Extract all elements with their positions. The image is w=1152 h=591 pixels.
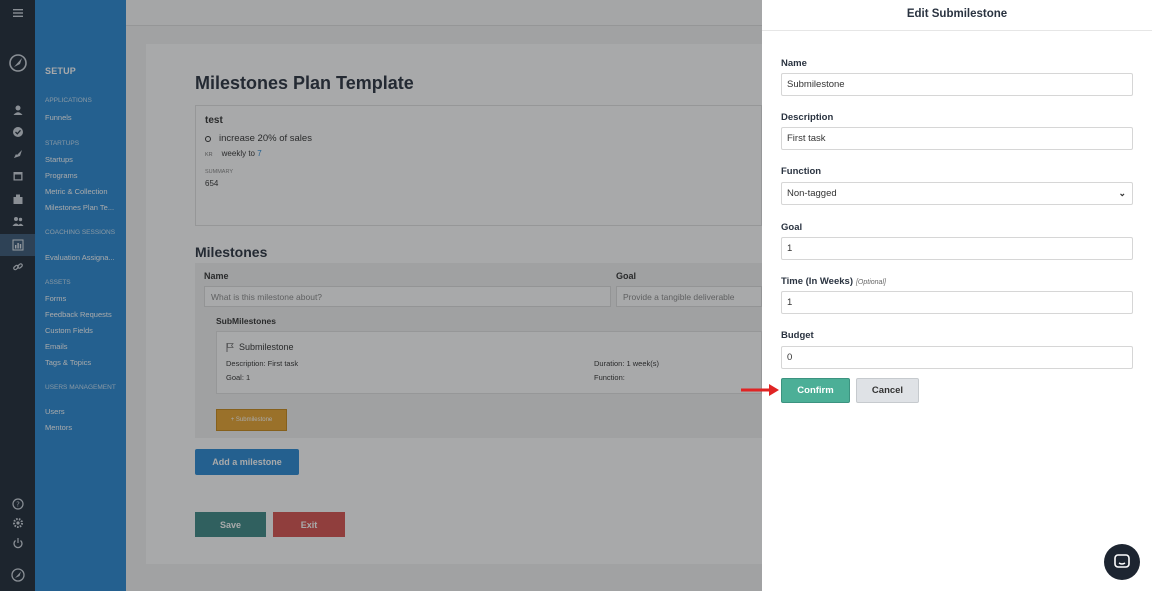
time-label: Time (In Weeks) [Optional] <box>781 276 886 287</box>
time-label-text: Time (In Weeks) <box>781 276 853 287</box>
function-select[interactable]: Non-tagged ⌄ <box>781 182 1133 205</box>
cancel-button[interactable]: Cancel <box>856 378 919 403</box>
description-input[interactable]: First task <box>781 127 1133 150</box>
function-label: Function <box>781 166 822 177</box>
red-arrow-icon <box>741 384 779 396</box>
function-selected-value: Non-tagged <box>787 188 837 199</box>
budget-label: Budget <box>781 330 814 341</box>
edit-submilestone-drawer: Edit Submilestone Name Submilestone Desc… <box>762 0 1152 591</box>
confirm-button[interactable]: Confirm <box>781 378 850 403</box>
name-input[interactable]: Submilestone <box>781 73 1133 96</box>
time-input[interactable]: 1 <box>781 291 1133 314</box>
description-label: Description <box>781 112 834 123</box>
budget-input[interactable]: 0 <box>781 346 1133 369</box>
drawer-title: Edit Submilestone <box>906 8 1008 20</box>
modal-backdrop[interactable] <box>0 0 762 591</box>
drawer-divider <box>762 30 1152 31</box>
chat-launcher[interactable] <box>1104 544 1140 580</box>
name-label: Name <box>781 58 807 69</box>
chat-icon <box>1114 554 1130 568</box>
goal-label: Goal <box>781 222 803 233</box>
time-optional-hint: [Optional] <box>855 279 886 286</box>
goal-input[interactable]: 1 <box>781 237 1133 260</box>
chevron-down-icon: ⌄ <box>1118 188 1126 198</box>
